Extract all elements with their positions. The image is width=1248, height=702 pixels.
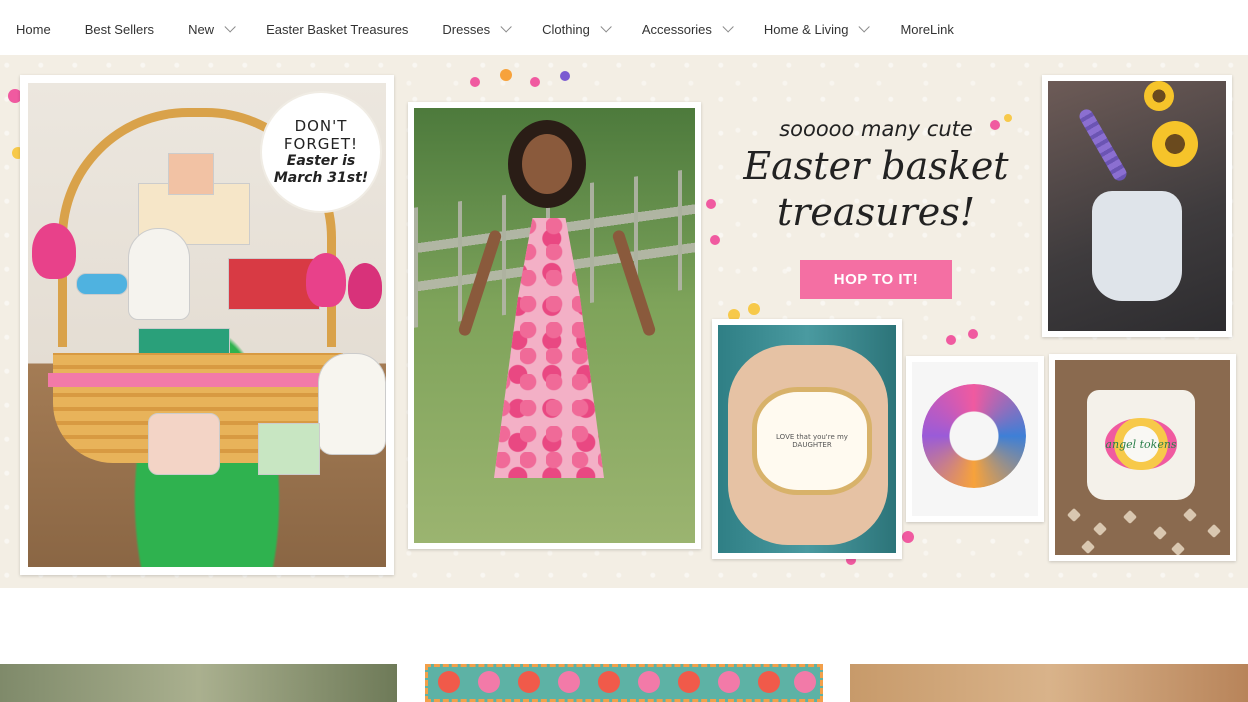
easter-basket-photo[interactable]: DON'T FORGET! Easter is March 31st! xyxy=(20,75,394,575)
nav-label: Home xyxy=(16,21,51,37)
badge-text: March 31st! xyxy=(273,170,369,186)
flower-pattern xyxy=(438,671,460,693)
token xyxy=(1206,523,1222,539)
gift-item xyxy=(168,153,214,195)
woman-in-dress-image xyxy=(414,108,695,543)
gift-item xyxy=(318,353,386,455)
flower-pattern xyxy=(598,671,620,693)
flower-pattern xyxy=(718,671,740,693)
headline: sooooo many cute Easter basket treasures… xyxy=(716,117,1036,233)
nav-new[interactable]: New xyxy=(188,21,236,37)
badge-text: DON'T xyxy=(294,117,348,135)
flower-vase-photo[interactable] xyxy=(1042,75,1232,337)
nav-best-sellers[interactable]: Best Sellers xyxy=(85,22,154,37)
token xyxy=(1092,521,1108,537)
trinket-dish-image: LOVE that you're my DAUGHTER xyxy=(718,325,896,553)
headline-line-2: treasures! xyxy=(777,190,975,234)
basket-band xyxy=(48,373,348,387)
nav-clothing[interactable]: Clothing xyxy=(542,21,612,37)
tulip xyxy=(32,223,76,279)
bag-label: angel tokens xyxy=(1105,418,1177,470)
gift-item xyxy=(148,413,220,475)
vase xyxy=(1092,191,1182,301)
chevron-down-icon xyxy=(500,21,512,33)
nav-label: Clothing xyxy=(542,21,590,37)
model-head xyxy=(522,134,572,194)
token xyxy=(1122,509,1138,525)
token xyxy=(1152,525,1168,541)
token xyxy=(1080,539,1096,555)
nav-easter-basket-treasures[interactable]: Easter Basket Treasures xyxy=(266,22,408,37)
nav-label: Easter Basket Treasures xyxy=(266,21,409,37)
floral-dress-photo[interactable] xyxy=(408,102,701,549)
flower-pattern xyxy=(794,671,816,693)
scrunchie-photo[interactable] xyxy=(906,356,1044,522)
flower-pattern xyxy=(678,671,700,693)
chevron-down-icon xyxy=(600,21,612,33)
nav-label: Home & Living xyxy=(763,21,849,37)
flower-vase-image xyxy=(1048,81,1226,331)
gift-item xyxy=(258,423,320,475)
nav-label: Dresses xyxy=(442,21,491,37)
flower-pattern xyxy=(478,671,500,693)
sunflower xyxy=(1144,81,1174,111)
trinket-dish-photo[interactable]: LOVE that you're my DAUGHTER xyxy=(712,319,902,559)
headline-small: sooooo many cute xyxy=(779,117,973,141)
chevron-down-icon xyxy=(858,21,871,33)
angel-tokens-photo[interactable]: angel tokens xyxy=(1049,354,1236,561)
nav-accessories[interactable]: Accessories xyxy=(641,21,734,37)
category-tile[interactable] xyxy=(0,664,397,702)
trinket-dish: LOVE that you're my DAUGHTER xyxy=(752,387,872,495)
nav-label: New xyxy=(188,21,215,37)
sunflower xyxy=(1152,121,1198,167)
floral-decoration xyxy=(470,63,590,93)
lavender xyxy=(1076,106,1130,184)
flower-pattern xyxy=(758,671,780,693)
nav-home[interactable]: Home xyxy=(16,22,51,37)
main-nav: Home Best Sellers New Easter Basket Trea… xyxy=(0,0,1248,58)
flower-pattern xyxy=(638,671,660,693)
easter-reminder-badge: DON'T FORGET! Easter is March 31st! xyxy=(262,93,380,211)
scrunchie-image xyxy=(912,362,1038,516)
badge-text: Easter is xyxy=(286,153,356,169)
flower-pattern xyxy=(558,671,580,693)
nav-more[interactable]: MoreLink xyxy=(900,22,953,37)
hero-banner[interactable]: DON'T FORGET! Easter is March 31st! sooo… xyxy=(0,55,1248,588)
tulip xyxy=(348,263,382,309)
gift-item xyxy=(128,228,190,320)
token xyxy=(1170,541,1186,555)
floral-decoration xyxy=(940,327,1000,357)
token xyxy=(1182,507,1198,523)
headline-line-1: Easter basket xyxy=(743,144,1009,188)
category-tile[interactable] xyxy=(850,664,1248,702)
category-tile[interactable] xyxy=(425,664,823,702)
badge-text: FORGET! xyxy=(283,135,359,153)
nav-label: MoreLink xyxy=(900,21,954,37)
token xyxy=(1066,507,1082,523)
gift-item xyxy=(76,273,128,295)
nav-label: Best Sellers xyxy=(84,21,155,37)
angel-tokens-image: angel tokens xyxy=(1055,360,1230,555)
nav-home-living[interactable]: Home & Living xyxy=(763,21,871,37)
chevron-down-icon xyxy=(722,21,734,33)
scrunchie xyxy=(922,384,1026,488)
nav-dresses[interactable]: Dresses xyxy=(442,21,512,37)
chevron-down-icon xyxy=(224,21,236,33)
easter-basket-image: DON'T FORGET! Easter is March 31st! xyxy=(28,83,386,567)
flower-pattern xyxy=(518,671,540,693)
hop-to-it-button[interactable]: HOP TO IT! xyxy=(800,260,952,299)
tulip xyxy=(306,253,346,307)
nav-label: Accessories xyxy=(641,21,712,37)
